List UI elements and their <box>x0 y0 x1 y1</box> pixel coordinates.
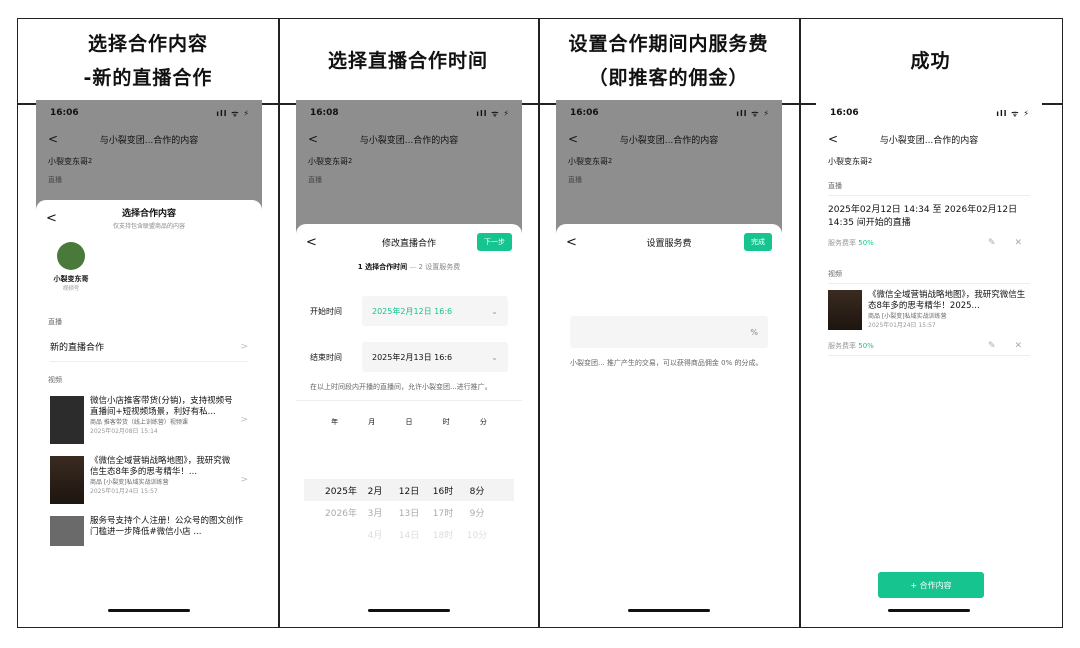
list-item[interactable]: 服务号支持个人注册！公众号的图文创作门槛进一步降低#微信小店 ... <box>36 510 262 552</box>
section-label: 直播 <box>308 176 322 184</box>
home-indicator <box>888 609 970 612</box>
status-icons: ıll ᯤ ⚡ <box>736 108 770 118</box>
nav-title: 与小裂变团...合作的内容 <box>619 135 719 146</box>
status-time: 16:06 <box>570 108 599 118</box>
nav-title: 与小裂变团...合作的内容 <box>879 135 979 146</box>
section-label: 视频 <box>828 264 1030 284</box>
picker-row[interactable]: 4月 14日 18时 10分 <box>304 523 514 545</box>
next-button[interactable]: 下一步 <box>477 233 512 251</box>
done-button[interactable]: 完成 <box>744 233 772 251</box>
status-icons: ıll ᯤ ⚡ <box>216 108 250 118</box>
nav-title: 与小裂变团...合作的内容 <box>359 135 459 146</box>
chevron-down-icon: ⌄ <box>491 306 498 316</box>
fee-note: 小裂变团... 推广产生的交易，可以获得商品佣金 0% 的分成。 <box>570 359 763 367</box>
add-content-button[interactable]: + 合作内容 <box>878 572 984 598</box>
section-label: 直播 <box>48 176 62 184</box>
section-label: 直播 <box>828 176 1030 196</box>
home-indicator <box>628 609 710 612</box>
picker-header: 年 月 日 时 分 <box>331 418 487 426</box>
account-name: 小裂变东哥 <box>308 156 348 166</box>
live-period-text: 2025年02月12日 14:34 至 2026年02月12日 14:35 间开… <box>828 205 1018 228</box>
divider <box>538 19 540 627</box>
column-header-4: 成功 <box>910 50 951 72</box>
status-time: 16:06 <box>50 108 79 118</box>
account-name: 小裂变东哥 <box>48 156 88 166</box>
video-thumbnail <box>50 516 84 546</box>
phone-screen-1: 16:06 ıll ᯤ ⚡ < 与小裂变团...合作的内容 小裂变东哥 2 直播 < … <box>36 100 262 622</box>
select-content-sheet: < 选择合作内容 仅支持包含联盟商品的内容 小裂变东哥 视频号 直播 新的直播合作… <box>36 200 262 622</box>
live-rate-row: 服务费率 50% ✎ ✕ <box>828 238 1030 248</box>
status-time: 16:06 <box>830 108 859 118</box>
column-header-1: 选择合作内容 -新的直播合作 <box>83 33 213 89</box>
section-label: 直播 <box>568 176 582 184</box>
picker-selected-row[interactable]: 2025年 2月 12日 16时 8分 <box>304 479 514 501</box>
chevron-down-icon: ⌄ <box>491 352 498 362</box>
video-rate-row: 服务费率 50% ✎ ✕ <box>828 336 1030 356</box>
step-indicator: 1 选择合作时间 — 2 设置服务费 <box>357 263 461 271</box>
home-indicator <box>108 609 190 612</box>
account-name: 小裂变东哥 <box>828 156 868 166</box>
time-note: 在以上时间段内开播的直播间，允许小裂变团...进行推广。 <box>296 374 522 401</box>
column-header-3: 设置合作期间内服务费 （即推客的佣金） <box>568 33 769 89</box>
avatar <box>57 242 85 270</box>
home-indicator <box>368 609 450 612</box>
status-icons: ıll ᯤ ⚡ <box>476 108 510 118</box>
section-label: 视频 <box>48 376 62 384</box>
list-item[interactable]: 《微信全域营销战略地图》，我研究微信生态8年多的思考精华！2025... 商品 … <box>816 284 1042 336</box>
nav-title: 与小裂变团...合作的内容 <box>99 135 199 146</box>
video-thumbnail <box>50 456 84 504</box>
section-label: 直播 <box>48 318 62 326</box>
fee-input[interactable]: % <box>570 316 768 348</box>
account-name: 小裂变东哥 <box>568 156 608 166</box>
chevron-right-icon: > <box>240 475 248 485</box>
sheet-subtitle: 仅支持包含联盟商品的内容 <box>112 223 185 230</box>
divider <box>799 19 801 627</box>
edit-close-icons[interactable]: ✎ ✕ <box>988 341 1030 351</box>
start-time-field[interactable]: 开始时间 2025年2月12日 16:6 ⌄ <box>296 294 522 328</box>
status-time: 16:08 <box>310 108 339 118</box>
new-live-cooperation[interactable]: 新的直播合作 > <box>50 332 248 362</box>
list-item[interactable]: 微信小店推客带货(分销)，支持视频号直播间+短视频场景，利好有私... 商品 推… <box>36 390 262 450</box>
account-card[interactable]: 小裂变东哥 视频号 <box>36 236 106 298</box>
edit-close-icons[interactable]: ✎ ✕ <box>988 238 1030 248</box>
sheet-title: 选择合作内容 <box>121 209 176 219</box>
end-time-field[interactable]: 结束时间 2025年2月13日 16:6 ⌄ <box>296 340 522 374</box>
column-header-2: 选择直播合作时间 <box>327 50 488 72</box>
status-icons: ıll ᯤ ⚡ <box>996 108 1030 118</box>
divider <box>278 19 280 627</box>
video-thumbnail <box>828 290 862 330</box>
picker-row[interactable]: 2026年 3月 13日 17时 9分 <box>304 501 514 523</box>
service-fee-sheet: < 设置服务费 完成 % 小裂变团... 推广产生的交易，可以获得商品佣金 0%… <box>556 224 782 622</box>
phone-screen-2: 16:08 ıll ᯤ ⚡ < 与小裂变团...合作的内容 小裂变东哥 2 直播 < … <box>296 100 522 622</box>
phone-screen-3: 16:06 ıll ᯤ ⚡ < 与小裂变团...合作的内容 小裂变东哥 2 直播 < … <box>556 100 782 622</box>
chevron-right-icon: > <box>240 415 248 425</box>
list-item[interactable]: 《微信全域营销战略地图》，我研究微信生态8年多的思考精华！... 商品 [小裂变… <box>36 450 262 510</box>
phone-screen-4: 16:06 ıll ᯤ ⚡ < 与小裂变团...合作的内容 小裂变东哥 2 直播 20… <box>816 100 1042 622</box>
chevron-right-icon: > <box>240 341 248 352</box>
edit-live-sheet: < 修改直播合作 下一步 1 选择合作时间 — 2 设置服务费 开始时间 202… <box>296 224 522 622</box>
video-thumbnail <box>50 396 84 444</box>
